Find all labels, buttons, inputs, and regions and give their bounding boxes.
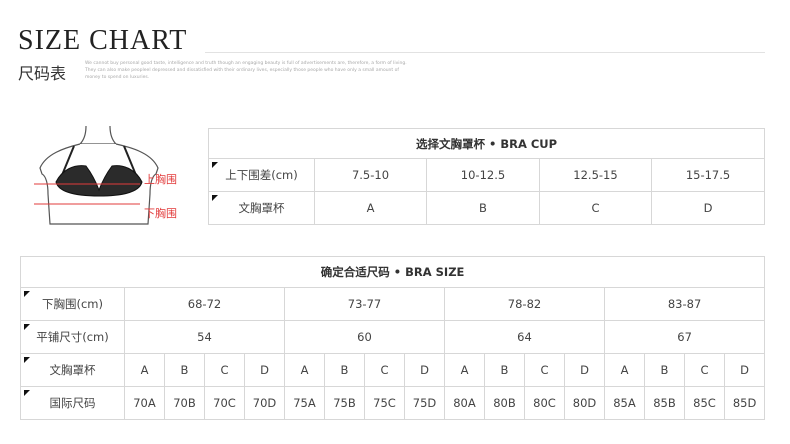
table-cell: 68-72 [124, 287, 285, 321]
table-cell: A [124, 353, 165, 387]
table-cell: C [684, 353, 725, 387]
table-cell: 85D [723, 386, 766, 420]
table-cell: B [644, 353, 685, 387]
page-subtitle: 尺码表 [18, 64, 67, 83]
table-cell: 80D [564, 386, 605, 420]
table-cell: 85B [644, 386, 685, 420]
table-row: 平铺尺寸(cm) 54 60 64 67 [20, 320, 766, 354]
size-table-title: 确定合适尺码 • BRA SIZE [19, 256, 766, 288]
table-cell: A [314, 191, 427, 225]
table-cell: 67 [603, 320, 766, 354]
table-cell: 78-82 [444, 287, 605, 321]
table-cell: 7.5-10 [314, 158, 427, 192]
table-cell: 80C [524, 386, 565, 420]
table-cell: 75A [284, 386, 325, 420]
table-cell: D [650, 191, 766, 225]
table-cell: 64 [444, 320, 605, 354]
table-cell: 83-87 [603, 287, 766, 321]
bust-figure: 上胸围 下胸围 [28, 124, 198, 234]
table-cell: 75B [324, 386, 365, 420]
page-title: SIZE CHART [18, 25, 188, 56]
table-cell: 70C [204, 386, 245, 420]
table-cell: 80B [484, 386, 525, 420]
table-cell: 70D [244, 386, 285, 420]
row-label: 文胸罩杯 [208, 191, 315, 225]
table-header-row: 选择文胸罩杯 • BRA CUP [207, 128, 766, 159]
table-cell: 15-17.5 [650, 158, 766, 192]
table-header-row: 确定合适尺码 • BRA SIZE [19, 256, 766, 288]
table-row: 上下围差(cm) 7.5-10 10-12.5 12.5-15 15-17.5 [208, 158, 766, 192]
table-cell: 75C [364, 386, 405, 420]
table-cell: A [284, 353, 325, 387]
table-cell: D [404, 353, 445, 387]
table-cell: 73-77 [284, 287, 445, 321]
row-label: 下胸围(cm) [20, 287, 125, 321]
table-cell: C [524, 353, 565, 387]
header-small-text: We cannot buy personal good taste, intel… [85, 61, 407, 80]
table-cell: 85A [604, 386, 645, 420]
row-label: 上下围差(cm) [208, 158, 315, 192]
table-cell: B [164, 353, 205, 387]
bra-size-table: 确定合适尺码 • BRA SIZE 下胸围(cm) 68-72 73-77 78… [19, 256, 766, 420]
table-cell: B [324, 353, 365, 387]
table-cell: A [444, 353, 485, 387]
cup-table-title: 选择文胸罩杯 • BRA CUP [207, 128, 766, 159]
table-cell: 54 [124, 320, 285, 354]
table-cell: A [604, 353, 645, 387]
table-cell: 60 [284, 320, 445, 354]
table-row: 下胸围(cm) 68-72 73-77 78-82 83-87 [20, 287, 766, 321]
table-cell: 75D [404, 386, 445, 420]
table-cell: C [539, 191, 652, 225]
table-cell: D [723, 353, 766, 387]
table-row: 文胸罩杯 A B C D A B C D A B C D A B C D [20, 353, 766, 387]
table-row: 国际尺码 70A 70B 70C 70D 75A 75B 75C 75D 80A… [20, 386, 766, 420]
header-divider [205, 52, 765, 53]
row-label: 文胸罩杯 [20, 353, 125, 387]
row-label: 国际尺码 [20, 386, 125, 420]
table-cell: B [426, 191, 540, 225]
table-cell: D [244, 353, 285, 387]
table-cell: C [364, 353, 405, 387]
table-cell: B [484, 353, 525, 387]
table-cell: 70B [164, 386, 205, 420]
header: SIZE CHART 尺码表 We cannot buy personal go… [0, 0, 790, 100]
table-cell: 70A [124, 386, 165, 420]
table-cell: 80A [444, 386, 485, 420]
bra-cup-table: 选择文胸罩杯 • BRA CUP 上下围差(cm) 7.5-10 10-12.5… [207, 128, 766, 225]
upper-bust-label: 上胸围 [144, 173, 177, 186]
table-row: 文胸罩杯 A B C D [208, 191, 766, 225]
table-cell: D [564, 353, 605, 387]
table-cell: C [204, 353, 245, 387]
table-cell: 85C [684, 386, 725, 420]
under-bust-label: 下胸围 [144, 207, 177, 220]
table-cell: 10-12.5 [426, 158, 540, 192]
row-label: 平铺尺寸(cm) [20, 320, 125, 354]
table-cell: 12.5-15 [539, 158, 652, 192]
